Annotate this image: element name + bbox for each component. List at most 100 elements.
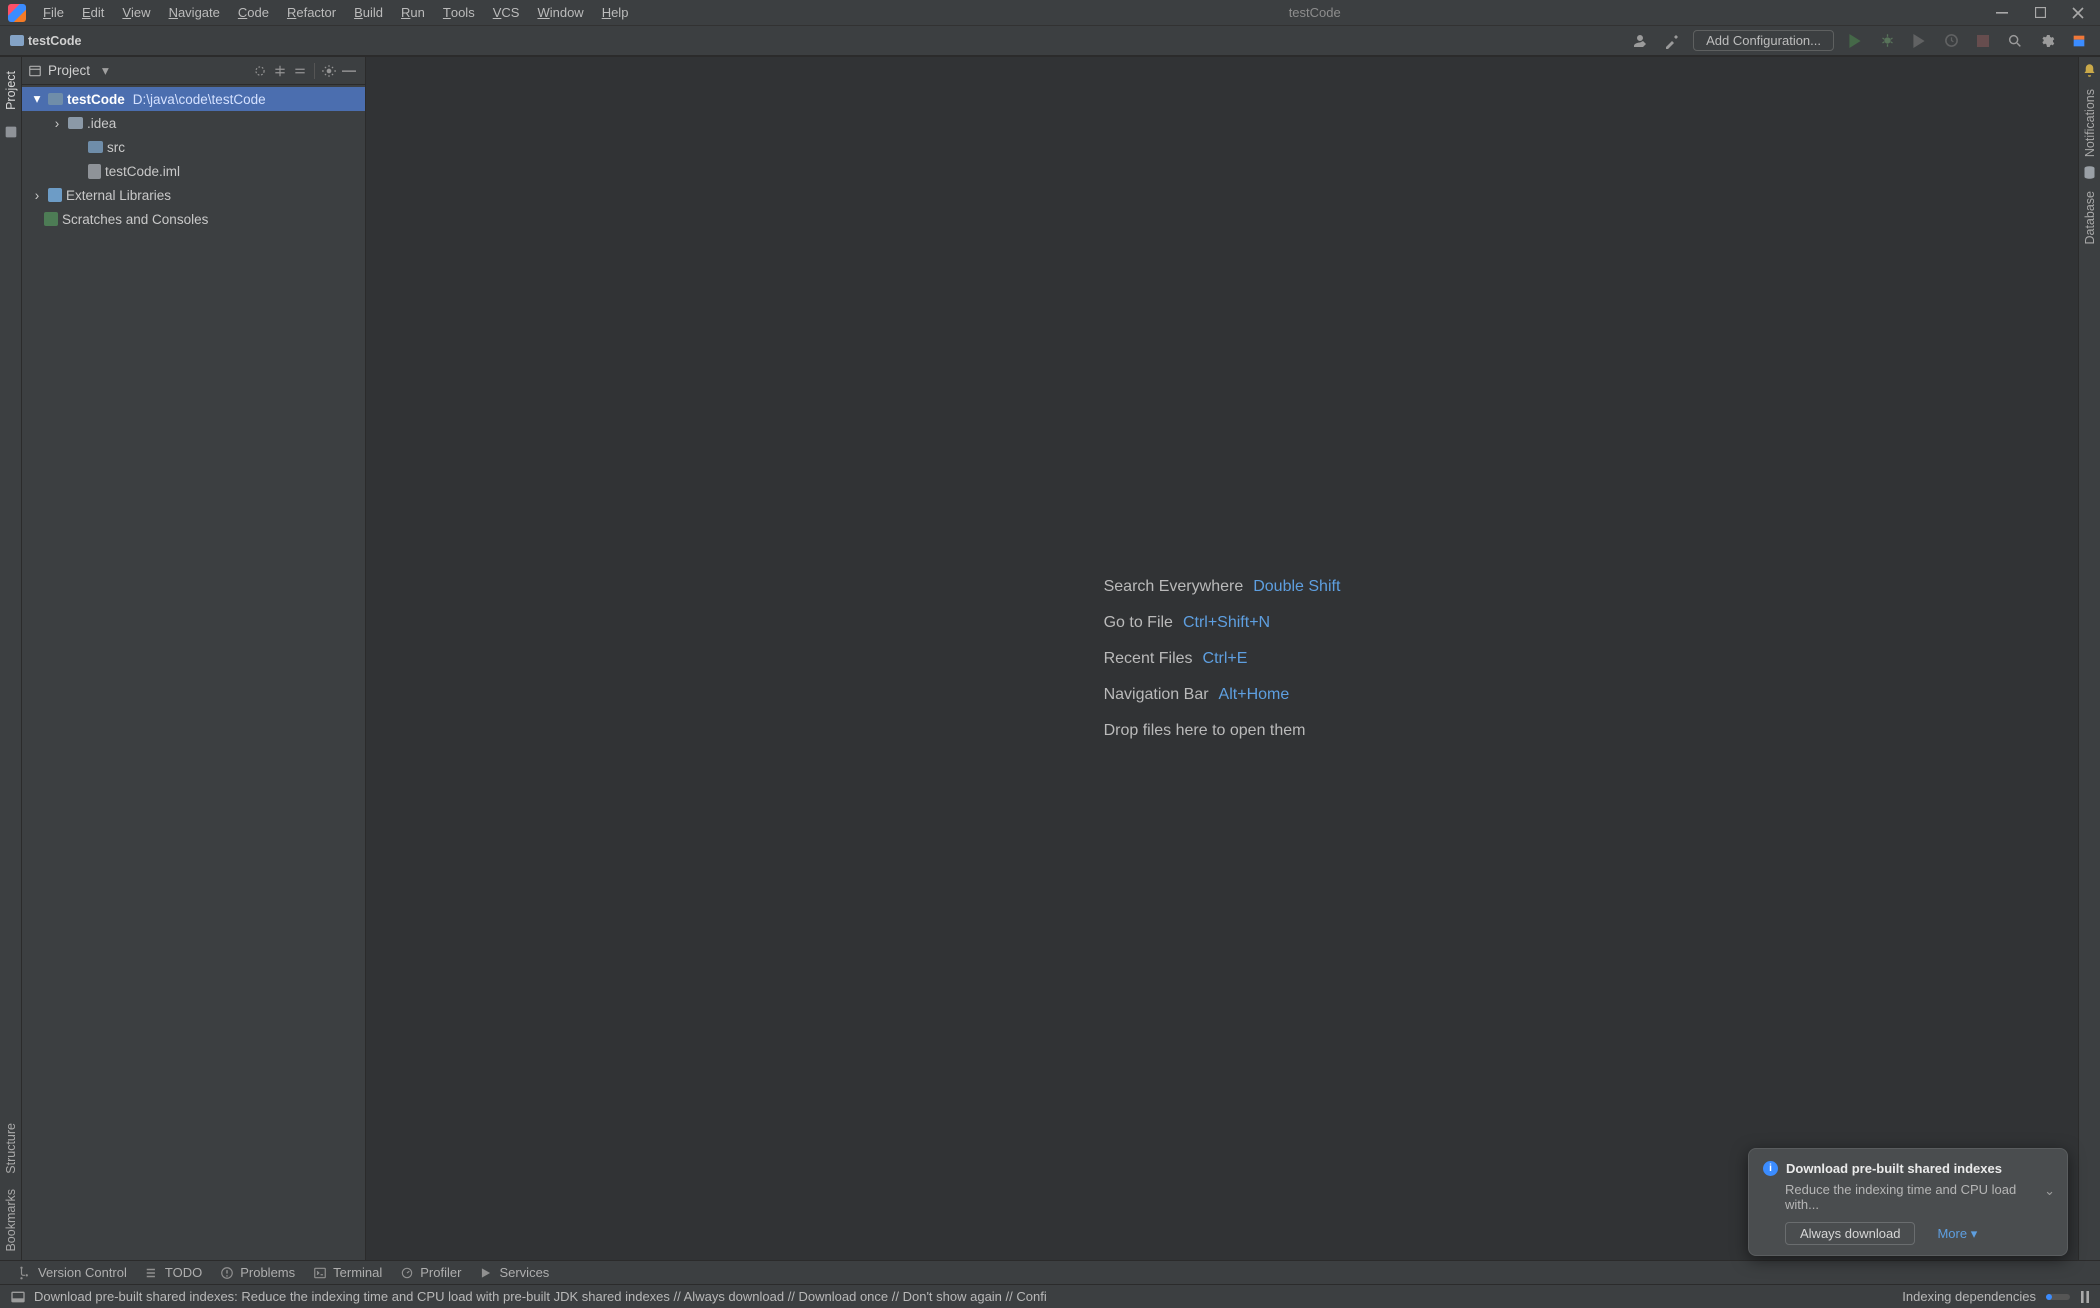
user-role-icon[interactable]	[1629, 30, 1651, 52]
tab-label: Terminal	[333, 1265, 382, 1280]
menu-vcs[interactable]: VCS	[484, 0, 529, 25]
notifications-bell-icon[interactable]	[2082, 63, 2097, 81]
tab-profiler[interactable]: Profiler	[400, 1265, 461, 1280]
pause-indexing-icon[interactable]	[2080, 1291, 2090, 1303]
build-icon[interactable]	[1661, 30, 1683, 52]
project-tool-window: Project ▾ ▾ testCode D:\java\code\testCo…	[22, 57, 366, 1260]
collapse-all-icon[interactable]	[290, 61, 310, 81]
libraries-icon	[48, 188, 62, 202]
tab-problems[interactable]: Problems	[220, 1265, 295, 1280]
notification-body: Reduce the indexing time and CPU load wi…	[1785, 1182, 2053, 1212]
tree-root-name: testCode	[67, 92, 125, 107]
menu-code[interactable]: Code	[229, 0, 278, 25]
tool-tab-bookmarks[interactable]: Bookmarks	[4, 1181, 18, 1260]
profiler-run-button[interactable]	[1940, 30, 1962, 52]
tab-terminal[interactable]: Terminal	[313, 1265, 382, 1280]
stop-button[interactable]	[1972, 30, 1994, 52]
editor-empty-state[interactable]: Search EverywhereDouble Shift Go to File…	[366, 57, 2078, 1260]
add-configuration-button[interactable]: Add Configuration...	[1693, 30, 1834, 51]
tool-tab-project[interactable]: Project	[4, 63, 18, 118]
notification-popup: i Download pre-built shared indexes ⌄ Re…	[1748, 1148, 2068, 1256]
close-button[interactable]	[2068, 3, 2088, 23]
menu-view[interactable]: View	[113, 0, 159, 25]
settings-icon[interactable]	[2036, 30, 2058, 52]
always-download-button[interactable]: Always download	[1785, 1222, 1915, 1245]
tab-todo[interactable]: TODO	[145, 1265, 202, 1280]
hint-shortcut: Ctrl+E	[1203, 650, 1248, 668]
view-mode-dropdown[interactable]: ▾	[102, 63, 109, 79]
menu-edit[interactable]: Edit	[73, 0, 113, 25]
chevron-right-icon[interactable]: ›	[30, 188, 44, 203]
menu-help[interactable]: Help	[593, 0, 638, 25]
indexing-status[interactable]: Indexing dependencies	[1902, 1289, 2036, 1304]
main-area: Project Structure Bookmarks Project ▾ ▾	[0, 56, 2100, 1260]
tab-label: Profiler	[420, 1265, 461, 1280]
hide-tw-icon[interactable]	[339, 61, 359, 81]
collapse-notification-icon[interactable]: ⌄	[2044, 1183, 2055, 1199]
coverage-button[interactable]	[1908, 30, 1930, 52]
select-opened-file-icon[interactable]	[250, 61, 270, 81]
navigation-bar: testCode Add Configuration...	[0, 26, 2100, 56]
tree-scratches[interactable]: Scratches and Consoles	[22, 207, 365, 231]
tree-node-iml[interactable]: testCode.iml	[22, 159, 365, 183]
menu-navigate[interactable]: Navigate	[160, 0, 229, 25]
menu-file[interactable]: File	[34, 0, 73, 25]
folder-icon	[10, 35, 24, 46]
tw-settings-icon[interactable]	[319, 61, 339, 81]
info-icon: i	[1763, 1161, 1778, 1176]
tree-node-label: src	[107, 140, 125, 155]
progress-bar[interactable]	[2046, 1292, 2070, 1302]
ide-avatar-icon[interactable]	[2068, 30, 2090, 52]
maximize-button[interactable]	[2030, 3, 2050, 23]
tab-label: Version Control	[38, 1265, 127, 1280]
menu-tools[interactable]: Tools	[434, 0, 484, 25]
tab-version-control[interactable]: Version Control	[18, 1265, 127, 1280]
tab-label: TODO	[165, 1265, 202, 1280]
separator	[314, 63, 315, 79]
hint-label: Navigation Bar	[1104, 686, 1209, 704]
tree-root[interactable]: ▾ testCode D:\java\code\testCode	[22, 87, 365, 111]
notification-title: Download pre-built shared indexes	[1786, 1161, 2002, 1176]
status-panel-icon[interactable]	[10, 1289, 26, 1305]
hint-shortcut: Ctrl+Shift+N	[1183, 614, 1270, 632]
hint-label: Go to File	[1104, 614, 1173, 632]
tree-root-path: D:\java\code\testCode	[133, 92, 266, 107]
run-button[interactable]	[1844, 30, 1866, 52]
tree-node-label: .idea	[87, 116, 116, 131]
tab-label: Problems	[240, 1265, 295, 1280]
tab-services[interactable]: Services	[479, 1265, 549, 1280]
chevron-right-icon[interactable]: ›	[50, 116, 64, 131]
chevron-down-icon[interactable]: ▾	[30, 91, 44, 107]
menubar: FileEditViewNavigateCodeRefactorBuildRun…	[0, 0, 2100, 26]
status-message[interactable]: Download pre-built shared indexes: Reduc…	[34, 1289, 1902, 1304]
debug-button[interactable]	[1876, 30, 1898, 52]
minimize-button[interactable]	[1992, 3, 2012, 23]
bottom-tool-tabs: Version Control TODO Problems Terminal P…	[0, 1260, 2100, 1284]
tree-node-idea[interactable]: › .idea	[22, 111, 365, 135]
commit-toolwindow-icon[interactable]	[3, 124, 19, 140]
tool-tab-database[interactable]: Database	[2083, 183, 2097, 253]
hint-label: Search Everywhere	[1104, 578, 1244, 596]
project-tree[interactable]: ▾ testCode D:\java\code\testCode › .idea…	[22, 85, 365, 1260]
database-icon[interactable]	[2082, 165, 2097, 183]
tree-external-libs[interactable]: › External Libraries	[22, 183, 365, 207]
tree-node-label: testCode.iml	[105, 164, 180, 179]
menu-run[interactable]: Run	[392, 0, 434, 25]
menu-build[interactable]: Build	[345, 0, 392, 25]
search-everywhere-icon[interactable]	[2004, 30, 2026, 52]
more-link[interactable]: More ▾	[1937, 1226, 1977, 1242]
breadcrumb-root[interactable]: testCode	[10, 34, 81, 48]
expand-all-icon[interactable]	[270, 61, 290, 81]
tree-node-src[interactable]: src	[22, 135, 365, 159]
hint-label: Recent Files	[1104, 650, 1193, 668]
project-tw-title: Project	[48, 63, 90, 78]
tool-tab-structure[interactable]: Structure	[4, 1115, 18, 1182]
menu-window[interactable]: Window	[528, 0, 592, 25]
module-folder-icon	[48, 93, 63, 105]
tree-node-label: External Libraries	[66, 188, 171, 203]
tool-tab-notifications[interactable]: Notifications	[2083, 81, 2097, 165]
file-icon	[88, 164, 101, 179]
project-tw-header: Project ▾	[22, 57, 365, 85]
menu-refactor[interactable]: Refactor	[278, 0, 345, 25]
breadcrumb-label: testCode	[28, 34, 81, 48]
